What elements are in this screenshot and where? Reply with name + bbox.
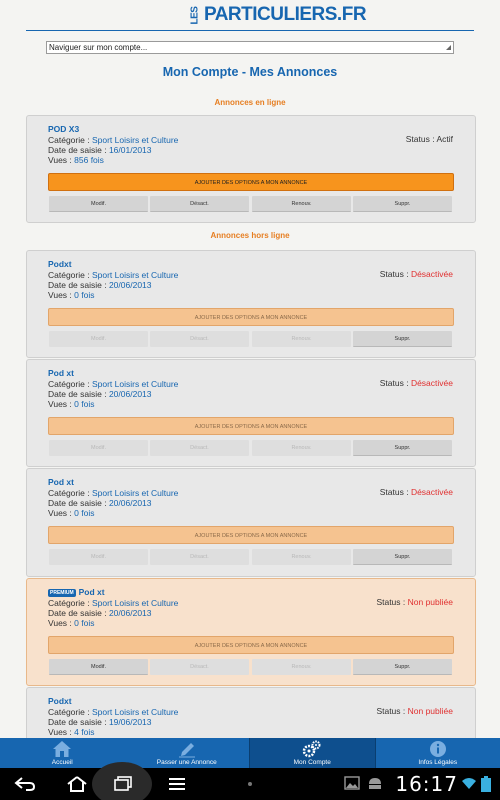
menu-icon[interactable]: [168, 776, 186, 792]
pencil-icon: [178, 743, 195, 758]
ad-date: Date de saisie : 16/01/2013: [48, 145, 152, 155]
modif-button[interactable]: Modif.: [49, 659, 148, 675]
ad-card: PREMIUM Pod xt Catégorie : Sport Loisirs e…: [26, 578, 476, 686]
suppr-button[interactable]: Suppr.: [353, 549, 452, 565]
ad-card: POD X3 Catégorie : Sport Loisirs et Cultu…: [26, 115, 476, 223]
ad-card: Pod xt Catégorie : Sport Loisirs et Cultu…: [26, 468, 476, 577]
gallery-notification-icon: [344, 776, 360, 790]
desact-button[interactable]: Désact.: [150, 659, 249, 675]
ad-category: Catégorie : Sport Loisirs et Culture: [48, 270, 179, 280]
ad-status: Status : Désactivée: [379, 269, 453, 279]
ad-status: Status : Actif: [405, 134, 453, 144]
status-value: Désactivée: [410, 269, 453, 279]
premium-badge: PREMIUM: [48, 588, 76, 597]
header: LES PARTICULIERS.FR: [0, 0, 500, 34]
ad-category: Catégorie : Sport Loisirs et Culture: [48, 488, 179, 498]
desact-button[interactable]: Désact.: [150, 331, 249, 347]
modif-button[interactable]: Modif.: [49, 331, 148, 347]
ad-status: Status : Désactivée: [379, 487, 453, 497]
section-online-heading: Annonces en ligne: [214, 98, 286, 107]
home-button-icon[interactable]: [66, 776, 88, 792]
battery-icon: [481, 776, 491, 792]
desact-button[interactable]: Désact.: [150, 440, 249, 456]
desact-button[interactable]: Désact.: [150, 196, 249, 212]
ad-card: Podxt Catégorie : Sport Loisirs et Cultur…: [26, 250, 476, 358]
ad-views: Vues : 0 fois: [48, 290, 95, 300]
suppr-button[interactable]: Suppr.: [353, 659, 452, 675]
add-options-button[interactable]: AJOUTER DES OPTIONS A MON ANNONCE: [48, 417, 454, 435]
renouv-button[interactable]: Renouv.: [252, 549, 351, 565]
status-value: Désactivée: [410, 487, 453, 497]
ad-date: Date de saisie : 20/06/2013: [48, 280, 152, 290]
bottom-tab-bar: Accueil Passer une Annonce Mon Compte In…: [0, 738, 500, 768]
android-notification-icon: [369, 778, 381, 789]
tab-accueil[interactable]: Accueil: [0, 738, 125, 768]
account-nav-select-value: Naviguer sur mon compte...: [49, 43, 148, 52]
site-logo[interactable]: LES PARTICULIERS.FR: [188, 4, 366, 26]
suppr-button[interactable]: Suppr.: [353, 196, 452, 212]
modif-button[interactable]: Modif.: [49, 440, 148, 456]
system-clock: 16:17: [395, 772, 458, 796]
ad-title[interactable]: Podxt: [48, 696, 72, 706]
ad-status: Status : Non publiée: [376, 597, 453, 607]
back-icon[interactable]: [14, 776, 36, 792]
account-nav-select[interactable]: Naviguer sur mon compte...: [46, 41, 454, 54]
tab-passer-annonce[interactable]: Passer une Annonce: [125, 738, 250, 768]
ad-title[interactable]: Pod xt: [48, 477, 74, 487]
system-navigation-bar: 16:17: [0, 762, 500, 800]
ad-views: Vues : 856 fois: [48, 155, 104, 165]
info-icon: [429, 741, 446, 757]
header-divider: [26, 30, 474, 31]
screen-dot: [248, 782, 252, 786]
ad-category: Catégorie : Sport Loisirs et Culture: [48, 379, 179, 389]
home-icon: [53, 741, 72, 757]
modif-button[interactable]: Modif.: [49, 549, 148, 565]
renouv-button[interactable]: Renouv.: [252, 331, 351, 347]
ad-category: Catégorie : Sport Loisirs et Culture: [48, 598, 179, 608]
ad-title[interactable]: Podxt: [48, 259, 72, 269]
gears-icon: [303, 740, 321, 758]
tab-mon-compte[interactable]: Mon Compte: [249, 738, 376, 768]
ad-date: Date de saisie : 20/06/2013: [48, 389, 152, 399]
ad-views: Vues : 0 fois: [48, 508, 95, 518]
suppr-button[interactable]: Suppr.: [353, 440, 452, 456]
renouv-button[interactable]: Renouv.: [252, 196, 351, 212]
app-page: LES PARTICULIERS.FR Naviguer sur mon comp…: [0, 0, 500, 740]
add-options-button[interactable]: AJOUTER DES OPTIONS A MON ANNONCE: [48, 526, 454, 544]
ad-date: Date de saisie : 19/06/2013: [48, 717, 152, 727]
wifi-icon: [462, 778, 476, 789]
ad-title[interactable]: PREMIUM Pod xt: [48, 587, 105, 597]
add-options-button[interactable]: AJOUTER DES OPTIONS A MON ANNONCE: [48, 308, 454, 326]
modif-button[interactable]: Modif.: [49, 196, 148, 212]
recent-apps-icon[interactable]: [113, 776, 133, 792]
section-offline-heading: Annonces hors ligne: [210, 231, 290, 240]
ad-date: Date de saisie : 20/06/2013: [48, 608, 152, 618]
add-options-button[interactable]: AJOUTER DES OPTIONS A MON ANNONCE: [48, 173, 454, 191]
ad-card: Podxt Catégorie : Sport Loisirs et Cultur…: [26, 687, 476, 740]
tab-infos-legales[interactable]: Infos Légales: [376, 738, 500, 768]
status-value: Actif: [436, 134, 453, 144]
ad-category: Catégorie : Sport Loisirs et Culture: [48, 707, 179, 717]
page-title: Mon Compte - Mes Annonces: [162, 65, 338, 79]
ad-category: Catégorie : Sport Loisirs et Culture: [48, 135, 179, 145]
ad-title[interactable]: Pod xt: [48, 368, 74, 378]
ad-views: Vues : 4 fois: [48, 727, 95, 737]
dropdown-arrow-icon: [446, 45, 451, 50]
add-options-button[interactable]: AJOUTER DES OPTIONS A MON ANNONCE: [48, 636, 454, 654]
status-value: Désactivée: [410, 378, 453, 388]
status-value: Non publiée: [407, 706, 453, 716]
ad-views: Vues : 0 fois: [48, 618, 95, 628]
desact-button[interactable]: Désact.: [150, 549, 249, 565]
status-value: Non publiée: [407, 597, 453, 607]
renouv-button[interactable]: Renouv.: [252, 659, 351, 675]
ad-views: Vues : 0 fois: [48, 399, 95, 409]
ad-card: Pod xt Catégorie : Sport Loisirs et Cultu…: [26, 359, 476, 467]
suppr-button[interactable]: Suppr.: [353, 331, 452, 347]
ad-title[interactable]: POD X3: [48, 124, 79, 134]
ad-status: Status : Non publiée: [376, 706, 453, 716]
ad-status: Status : Désactivée: [379, 378, 453, 388]
renouv-button[interactable]: Renouv.: [252, 440, 351, 456]
ad-date: Date de saisie : 20/06/2013: [48, 498, 152, 508]
